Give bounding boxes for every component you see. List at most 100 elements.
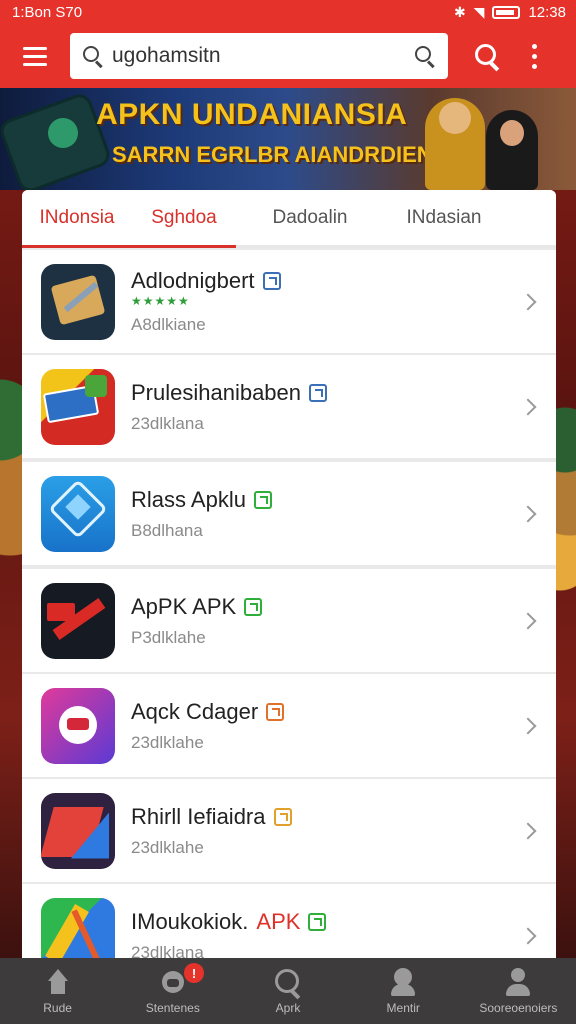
banner-subtitle: SARRN EGRLBR AIANDRDIEN [112,142,433,167]
battery-icon [492,5,521,19]
nav-label: Sooreoenoiers [479,1001,558,1015]
search-field[interactable] [70,33,448,79]
banner-character-2 [486,110,538,190]
kebab-icon-dot [531,43,537,49]
list-item[interactable]: Aqck Cdager 23dlklahe [22,674,556,777]
search-icon [82,45,104,67]
nav-label: Mentir [386,1001,420,1015]
app-name: Aqck Cdager [131,698,259,724]
app-list: Adlodnigbert ★★★★★ A8dlkiane Prulesihani… [22,250,556,958]
app-meta: ApPK APK P3dlklahe [131,594,556,648]
wifi-icon: ◥ [473,3,485,20]
nav-label: Rude [43,1001,72,1015]
app-title: Prulesihanibaben [131,380,556,406]
open-icon [266,702,285,721]
rating-stars: ★★★★★ [131,294,190,308]
app-title: Rhirll Iefiaidra [131,804,556,830]
bluetooth-icon: ✱ [453,3,466,20]
app-title: Rlass Apklu [131,487,556,513]
status-left-text: 1:Bon S70 [12,3,83,21]
search-icon [273,967,303,997]
list-item[interactable]: Prulesihanibaben 23dlklana [22,355,556,458]
profile-icon [503,967,533,997]
app-name: Adlodnigbert [131,268,255,293]
tab-sghdoa[interactable]: Sghdoa [132,190,236,248]
app-bar [0,24,576,88]
app-subtitle: 23dlklahe [131,837,204,857]
search-submit-icon[interactable] [414,45,436,67]
scroll-icon [41,263,115,340]
app-title: IMoukokiok. APK [131,909,556,935]
hamburger-icon-line [23,62,47,66]
open-icon [253,490,272,509]
tab-indasian[interactable]: INdasian [384,190,504,245]
promo-banner[interactable]: APKN UNDANIANSIA SARRN EGRLBR AIANDRDIEN [0,88,576,190]
pencil-icon [41,897,115,958]
bottom-navigation: Rude Stentenes Aprk Mentir Sooreoenoiers… [0,958,576,1024]
hamburger-icon-line [23,54,47,58]
lipf-icon [41,368,115,445]
nav-mentir[interactable]: Mentir [346,958,461,1024]
open-icon [273,807,292,826]
nav-profile[interactable]: Sooreoenoiers [461,958,576,1024]
app-meta: IMoukokiok. APK 23dlklana [131,909,556,959]
app-meta: Prulesihanibaben 23dlklana [131,380,556,434]
tab-dadoalin[interactable]: Dadoalin [236,190,384,245]
list-item[interactable]: Rhirll Iefiaidra 23dlklahe [22,779,556,882]
app-name: Prulesihanibaben [131,379,302,405]
app-meta: Aqck Cdager 23dlklahe [131,699,556,753]
app-subtitle: A8dlkiane [131,315,206,334]
app-meta: Adlodnigbert ★★★★★ A8dlkiane [131,268,556,335]
nav-search[interactable]: Aprk [230,958,345,1024]
person-icon [388,967,418,997]
list-item[interactable]: IMoukokiok. APK 23dlklana [22,884,556,958]
status-icons: ✱ ◥ 12:38 [454,4,566,21]
list-item[interactable]: ApPK APK P3dlklahe [22,569,556,672]
nav-label: Stentenes [145,1001,200,1015]
app-subtitle: 23dlklahe [131,732,204,752]
app-title: Aqck Cdager [131,699,556,725]
arrow-icon [41,582,115,659]
nav-stentenes[interactable]: Stentenes [115,958,230,1024]
status-bar: 1:Bon S70 ✱ ◥ 12:38 [0,0,576,24]
gem-illustration [48,118,78,148]
nav-label: Aprk [275,1001,301,1015]
app-subtitle: 23dlklana [131,413,204,433]
app-subtitle: 23dlklana [131,942,204,959]
open-icon [262,272,281,290]
tab-indonesia[interactable]: INdonsia [22,190,132,248]
app-subtitle: B8dlhana [131,520,203,540]
app-list-panel: INdonsia Sghdoa Dadoalin INdasian Adlodn… [22,190,556,958]
diamond-icon [41,475,115,552]
banner-title: APKN UNDANIANSIA [96,98,408,131]
list-item[interactable]: Adlodnigbert ★★★★★ A8dlkiane [22,250,556,353]
search-button[interactable] [460,43,514,69]
open-icon [244,597,263,616]
app-name-suffix: APK [256,908,301,934]
hamburger-icon-line [23,46,47,50]
app-name: Rhirll Iefiaidra [131,803,266,829]
app-subtitle: P3dlklahe [131,627,206,647]
kebab-icon-dot [531,63,537,69]
list-item[interactable]: Rlass Apklu B8dlhana [22,462,556,565]
more-options-button[interactable] [514,43,554,69]
home-icon [43,967,73,997]
banner-character-1 [425,98,485,190]
app-title: Adlodnigbert [131,268,556,294]
app-title: ApPK APK [131,594,556,620]
nav-home[interactable]: Rude [0,958,115,1024]
search-input[interactable] [104,44,414,68]
disc-icon [41,687,115,764]
app-meta: Rhirll Iefiaidra 23dlklahe [131,804,556,858]
open-icon [309,383,328,402]
category-tabs: INdonsia Sghdoa Dadoalin INdasian [22,190,556,248]
app-name: Rlass Apklu [131,486,246,512]
notification-badge: ! [184,963,204,983]
search-icon [474,43,500,69]
app-name: IMoukokiok. [131,908,249,934]
pen-icon [41,792,115,869]
app-meta: Rlass Apklu B8dlhana [131,487,556,541]
kebab-icon-dot [531,53,537,59]
open-icon [308,912,327,931]
menu-button[interactable] [0,24,70,88]
